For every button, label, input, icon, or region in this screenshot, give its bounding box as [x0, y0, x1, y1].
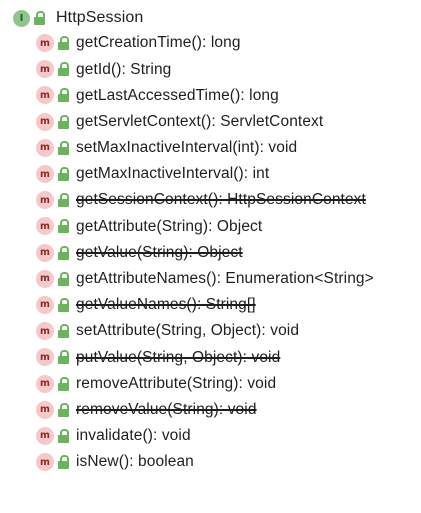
- method-row[interactable]: m isNew(): boolean: [0, 449, 421, 475]
- method-label: getValueNames(): String[]: [76, 296, 256, 314]
- method-label: removeValue(String): void: [76, 400, 257, 418]
- method-icon: m: [36, 34, 54, 53]
- public-lock-icon: [58, 193, 69, 208]
- method-row[interactable]: m invalidate(): void: [0, 423, 421, 449]
- method-label: invalidate(): void: [76, 427, 191, 445]
- public-lock-icon: [58, 36, 69, 51]
- method-icon: m: [36, 426, 54, 445]
- method-row[interactable]: m setMaxInactiveInterval(int): void: [0, 135, 421, 161]
- method-label: isNew(): boolean: [76, 453, 194, 471]
- method-label: setMaxInactiveInterval(int): void: [76, 139, 298, 157]
- method-label: removeAttribute(String): void: [76, 374, 277, 392]
- method-label: getMaxInactiveInterval(): int: [76, 165, 270, 183]
- method-label: getId(): String: [76, 60, 172, 78]
- method-row[interactable]: m setAttribute(String, Object): void: [0, 318, 421, 344]
- method-row[interactable]: m removeValue(String): void: [0, 397, 421, 423]
- method-icon: m: [36, 165, 54, 184]
- public-lock-icon: [58, 62, 69, 77]
- public-lock-icon: [58, 219, 69, 234]
- interface-icon: I: [13, 9, 30, 27]
- method-row[interactable]: m getId(): String: [0, 56, 421, 82]
- method-row[interactable]: m getSessionContext(): HttpSessionContex…: [0, 187, 421, 213]
- method-icon: m: [36, 453, 54, 472]
- method-row[interactable]: m getValueNames(): String[]: [0, 292, 421, 318]
- method-label: getLastAccessedTime(): long: [76, 86, 279, 104]
- method-row[interactable]: m getAttribute(String): Object: [0, 213, 421, 239]
- method-icon: m: [36, 269, 54, 288]
- public-lock-icon: [58, 167, 69, 182]
- public-lock-icon: [58, 455, 69, 470]
- method-row[interactable]: m getAttributeNames(): Enumeration<Strin…: [0, 266, 421, 292]
- method-label: setAttribute(String, Object): void: [76, 322, 300, 340]
- method-icon: m: [36, 60, 54, 79]
- public-lock-icon: [58, 245, 69, 260]
- method-row[interactable]: m getCreationTime(): long: [0, 30, 421, 56]
- method-label: getServletContext(): ServletContext: [76, 112, 324, 130]
- method-label: putValue(String, Object): void: [76, 348, 281, 366]
- method-icon: m: [36, 322, 54, 341]
- method-icon: m: [36, 191, 54, 210]
- public-lock-icon: [58, 297, 69, 312]
- tree-node-label: HttpSession: [56, 9, 144, 26]
- method-row[interactable]: m getMaxInactiveInterval(): int: [0, 161, 421, 187]
- tree-node-httpsession[interactable]: I HttpSession: [0, 6, 421, 30]
- method-icon: m: [36, 217, 54, 236]
- method-row[interactable]: m getServletContext(): ServletContext: [0, 109, 421, 135]
- public-lock-icon: [58, 402, 69, 417]
- public-lock-icon: [58, 271, 69, 286]
- structure-tree: I HttpSession m getCreationTime(): long …: [0, 0, 421, 475]
- public-lock-icon: [58, 350, 69, 365]
- method-row[interactable]: m removeAttribute(String): void: [0, 370, 421, 396]
- public-lock-icon: [58, 376, 69, 391]
- method-icon: m: [36, 86, 54, 105]
- public-lock-icon: [58, 140, 69, 155]
- method-row[interactable]: m getLastAccessedTime(): long: [0, 82, 421, 108]
- method-icon: m: [36, 348, 54, 367]
- public-lock-icon: [58, 88, 69, 103]
- method-label: getAttribute(String): Object: [76, 217, 263, 235]
- method-label: getValue(String): Object: [76, 243, 243, 261]
- public-lock-icon: [34, 11, 45, 25]
- method-label: getCreationTime(): long: [76, 34, 241, 52]
- method-label: getSessionContext(): HttpSessionContext: [76, 191, 366, 209]
- method-icon: m: [36, 138, 54, 157]
- method-icon: m: [36, 374, 54, 393]
- public-lock-icon: [58, 114, 69, 129]
- method-row[interactable]: m putValue(String, Object): void: [0, 344, 421, 370]
- method-label: getAttributeNames(): Enumeration<String>: [76, 270, 374, 288]
- method-row[interactable]: m getValue(String): Object: [0, 240, 421, 266]
- public-lock-icon: [58, 324, 69, 339]
- method-icon: m: [36, 295, 54, 314]
- method-icon: m: [36, 243, 54, 262]
- method-icon: m: [36, 112, 54, 131]
- method-icon: m: [36, 400, 54, 419]
- public-lock-icon: [58, 428, 69, 443]
